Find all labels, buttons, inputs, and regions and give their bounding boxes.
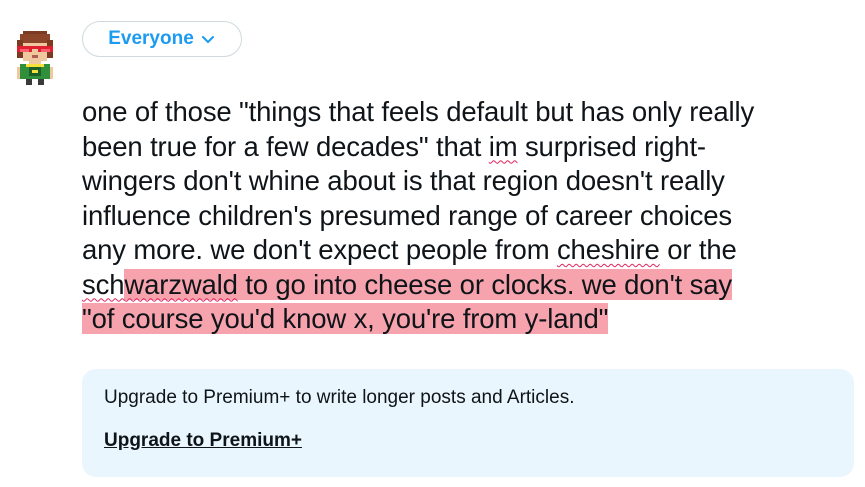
- misspelled-word: im: [488, 130, 518, 162]
- avatar[interactable]: [14, 30, 56, 86]
- post-composer-text[interactable]: one of those "things that feels default …: [82, 95, 862, 337]
- post-text-line: wingers don't whine about is that region…: [82, 164, 862, 199]
- audience-label: Everyone: [108, 28, 194, 49]
- text-segment: "of course you'd know x, you're from y-l…: [82, 303, 609, 334]
- post-text-line: any more. we don't expect people from ch…: [82, 233, 862, 268]
- audience-selector-button[interactable]: Everyone: [82, 21, 242, 57]
- text-segment: influence children's presumed range of c…: [82, 199, 733, 231]
- post-text-line: one of those "things that feels default …: [82, 95, 862, 130]
- upgrade-premium-link[interactable]: Upgrade to Premium+: [104, 430, 302, 452]
- upsell-message: Upgrade to Premium+ to write longer post…: [104, 387, 575, 408]
- text-segment: one of those "things that feels default …: [82, 96, 755, 127]
- post-text-line: been true for a few decades" that im sur…: [82, 130, 862, 165]
- text-segment: any more. we don't expect people from: [82, 234, 557, 265]
- text-segment: been true for a few decades" that: [82, 130, 489, 162]
- post-text-line: influence children's presumed range of c…: [82, 199, 862, 234]
- text-segment: wingers don't whine about is that region…: [82, 165, 725, 196]
- misspelled-word: sch: [82, 268, 125, 300]
- text-segment: or the: [659, 234, 737, 265]
- post-text-line: "of course you'd know x, you're from y-l…: [82, 302, 862, 337]
- text-segment: to go into cheese or clocks. we don't sa…: [237, 268, 733, 300]
- pixel-art-avatar-icon: [17, 31, 53, 85]
- text-segment: surprised right-: [517, 130, 706, 162]
- premium-upsell-box: Upgrade to Premium+ to write longer post…: [82, 369, 854, 477]
- post-text-line: schwarzwald to go into cheese or clocks.…: [82, 268, 862, 303]
- misspelled-word: warzwald: [124, 268, 238, 300]
- chevron-down-icon: [201, 36, 214, 43]
- misspelled-word: cheshire: [556, 234, 660, 265]
